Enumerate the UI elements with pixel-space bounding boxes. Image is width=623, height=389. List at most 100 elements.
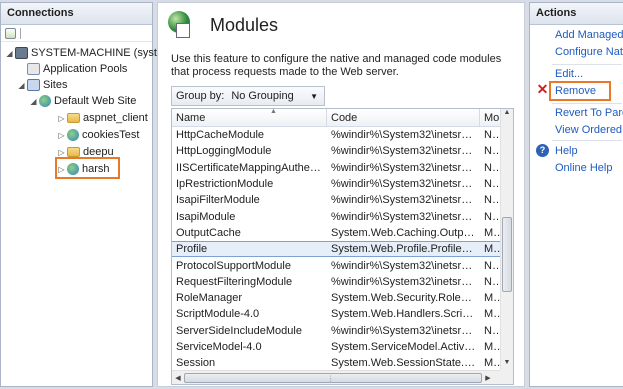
table-row[interactable]: RequestFilteringModule %windir%\System32\… (172, 274, 513, 290)
column-header-module-type[interactable]: Mo (480, 109, 502, 126)
feature-description: Use this feature to configure the native… (171, 53, 502, 78)
cell-code: System.Web.Security.RoleMa... (331, 292, 480, 305)
dropdown-arrow-icon[interactable]: ▼ (310, 92, 318, 101)
cell-code: System.ServiceModel.Activati... (331, 341, 480, 353)
table-row[interactable]: RoleManager System.Web.Security.RoleMa...… (172, 290, 513, 306)
cell-module-type: Nat (484, 194, 502, 207)
cell-code: %windir%\System32\inetsrv\... (331, 324, 479, 337)
edit-link[interactable]: Edit... (555, 68, 583, 80)
vertical-scrollbar[interactable]: ▲ ▼ (500, 109, 513, 371)
connections-header: Connections (1, 3, 152, 25)
cell-name: ScriptModule-4.0 (176, 308, 260, 321)
cell-name: OutputCache (176, 226, 241, 239)
tree-node-app-pools[interactable]: Application Pools (17, 61, 127, 77)
remove-highlight-box (549, 81, 611, 101)
harsh-highlight-box (55, 157, 120, 179)
connect-icon[interactable] (5, 27, 16, 39)
cell-code: %windir%\System32\inetsrv\... (331, 210, 479, 223)
cell-name: Profile (176, 243, 208, 256)
tree-node-aspnet-client[interactable]: ▷ aspnet_client (57, 110, 147, 126)
revert-to-parent-link[interactable]: Revert To Parer (555, 107, 623, 119)
cell-module-type: Mar (484, 341, 502, 353)
table-row[interactable]: IISCertificateMappingAuthenti... %windir%… (172, 160, 513, 176)
tree-node-cookiestest[interactable]: ▷ cookiesTest (57, 127, 139, 143)
collapse-icon[interactable]: ◢ (29, 97, 38, 106)
sites-icon (27, 79, 40, 91)
cell-code: %windir%\System32\inetsrv\... (331, 178, 479, 191)
cell-code: System.Web.SessionState.Ses... (331, 357, 480, 370)
scroll-right-icon[interactable]: ▶ (482, 374, 494, 382)
remove-x-icon: ✕ (536, 81, 549, 97)
cell-name: HttpLoggingModule (176, 145, 272, 158)
vertical-scroll-thumb[interactable] (502, 217, 512, 292)
cell-module-type: Nat (484, 275, 502, 288)
cell-module-type: Nat (484, 324, 502, 337)
toolbar-separator (20, 27, 21, 39)
cell-module-type: Mar (484, 243, 502, 256)
tree-node-label: Default Web Site (54, 95, 137, 107)
table-row[interactable]: Profile System.Web.Profile.ProfileMo... Ma… (172, 241, 513, 258)
actions-pane: Actions Add Managed I Configure Nati Edi… (529, 2, 623, 387)
online-help-link[interactable]: Online Help (555, 162, 612, 174)
modules-pane: Modules Use this feature to configure th… (157, 2, 525, 387)
cell-module-type: Nat (484, 259, 502, 272)
sort-indicator-icon: ▲ (270, 108, 277, 115)
table-row[interactable]: ServerSideIncludeModule %windir%\System32… (172, 323, 513, 339)
cell-module-type: Nat (484, 210, 502, 223)
help-icon: ? (536, 144, 549, 157)
tree-node-default-web-site[interactable]: ◢ Default Web Site (29, 93, 136, 109)
modules-table: ▲ Name Code Mo HttpCacheModule %windir%\S… (171, 108, 514, 385)
cell-name: ServerSideIncludeModule (176, 324, 302, 337)
cell-name: IsapiModule (176, 210, 236, 223)
scroll-up-icon[interactable]: ▲ (501, 109, 513, 121)
table-row[interactable]: ProtocolSupportModule %windir%\System32\i… (172, 257, 513, 273)
cell-name: ProtocolSupportModule (176, 259, 291, 272)
collapse-icon[interactable]: ◢ (5, 49, 14, 58)
table-row[interactable]: IsapiModule %windir%\System32\inetsrv\...… (172, 208, 513, 224)
cell-name: IpRestrictionModule (176, 178, 274, 191)
cell-module-type: Mar (484, 357, 502, 370)
cell-code: System.Web.Handlers.Script... (331, 308, 480, 321)
tree-node-sites[interactable]: ◢ Sites (17, 77, 67, 93)
group-by-select[interactable]: Group by: No Grouping ▼ (171, 86, 325, 106)
cell-module-type: Mar (484, 308, 502, 321)
scroll-left-icon[interactable]: ◀ (172, 374, 184, 382)
cell-code: %windir%\System32\inetsrv\... (331, 275, 479, 288)
column-header-code[interactable]: Code (327, 109, 480, 126)
tree-node-label: cookiesTest (82, 129, 140, 141)
expand-icon[interactable]: ▷ (57, 131, 66, 140)
tree-node-server[interactable]: ◢ SYSTEM-MACHINE (syste (5, 45, 163, 61)
help-link[interactable]: Help (555, 145, 578, 157)
table-row[interactable]: ServiceModel-4.0 System.ServiceModel.Acti… (172, 339, 513, 355)
table-body: HttpCacheModule %windir%\System32\inetsrv… (172, 127, 513, 371)
horizontal-scrollbar[interactable]: ◀ ︙ ▶ (172, 370, 502, 384)
horizontal-scroll-thumb[interactable]: ︙ (184, 372, 482, 383)
modules-icon (168, 11, 196, 39)
expand-icon[interactable]: ▷ (57, 148, 66, 157)
cell-code: System.Web.Profile.ProfileMo... (331, 243, 480, 256)
column-header-name[interactable]: Name (172, 109, 327, 126)
table-row[interactable]: Session System.Web.SessionState.Ses... Mar (172, 355, 513, 371)
configure-native-modules-link[interactable]: Configure Nati (555, 46, 623, 58)
table-row[interactable]: IpRestrictionModule %windir%\System32\ine… (172, 176, 513, 192)
add-managed-module-link[interactable]: Add Managed I (555, 29, 623, 41)
cell-module-type: Nat (484, 145, 502, 158)
globe-icon (67, 129, 79, 141)
table-row[interactable]: ScriptModule-4.0 System.Web.Handlers.Scri… (172, 306, 513, 322)
cell-code: %windir%\System32\inetsrv\... (331, 145, 479, 158)
cell-code: %windir%\System32\inetsrv\f... (331, 194, 480, 207)
connections-pane: Connections ◢ SYSTEM-MACHINE (syste Appl… (0, 2, 163, 387)
cell-name: HttpCacheModule (176, 129, 265, 142)
connections-toolbar (1, 25, 152, 42)
page-title: Modules (210, 14, 279, 35)
cell-name: RoleManager (176, 292, 243, 305)
expand-icon[interactable]: ▷ (57, 114, 66, 123)
group-by-label: Group by: (176, 90, 225, 102)
collapse-icon[interactable]: ◢ (17, 81, 26, 90)
table-row[interactable]: IsapiFilterModule %windir%\System32\inets… (172, 192, 513, 208)
table-row[interactable]: OutputCache System.Web.Caching.Output... M… (172, 225, 513, 241)
table-row[interactable]: HttpCacheModule %windir%\System32\inetsrv… (172, 127, 513, 143)
cell-code: System.Web.Caching.Output... (331, 226, 480, 239)
view-ordered-list-link[interactable]: View Ordered L (555, 124, 623, 136)
table-row[interactable]: HttpLoggingModule %windir%\System32\inets… (172, 143, 513, 159)
